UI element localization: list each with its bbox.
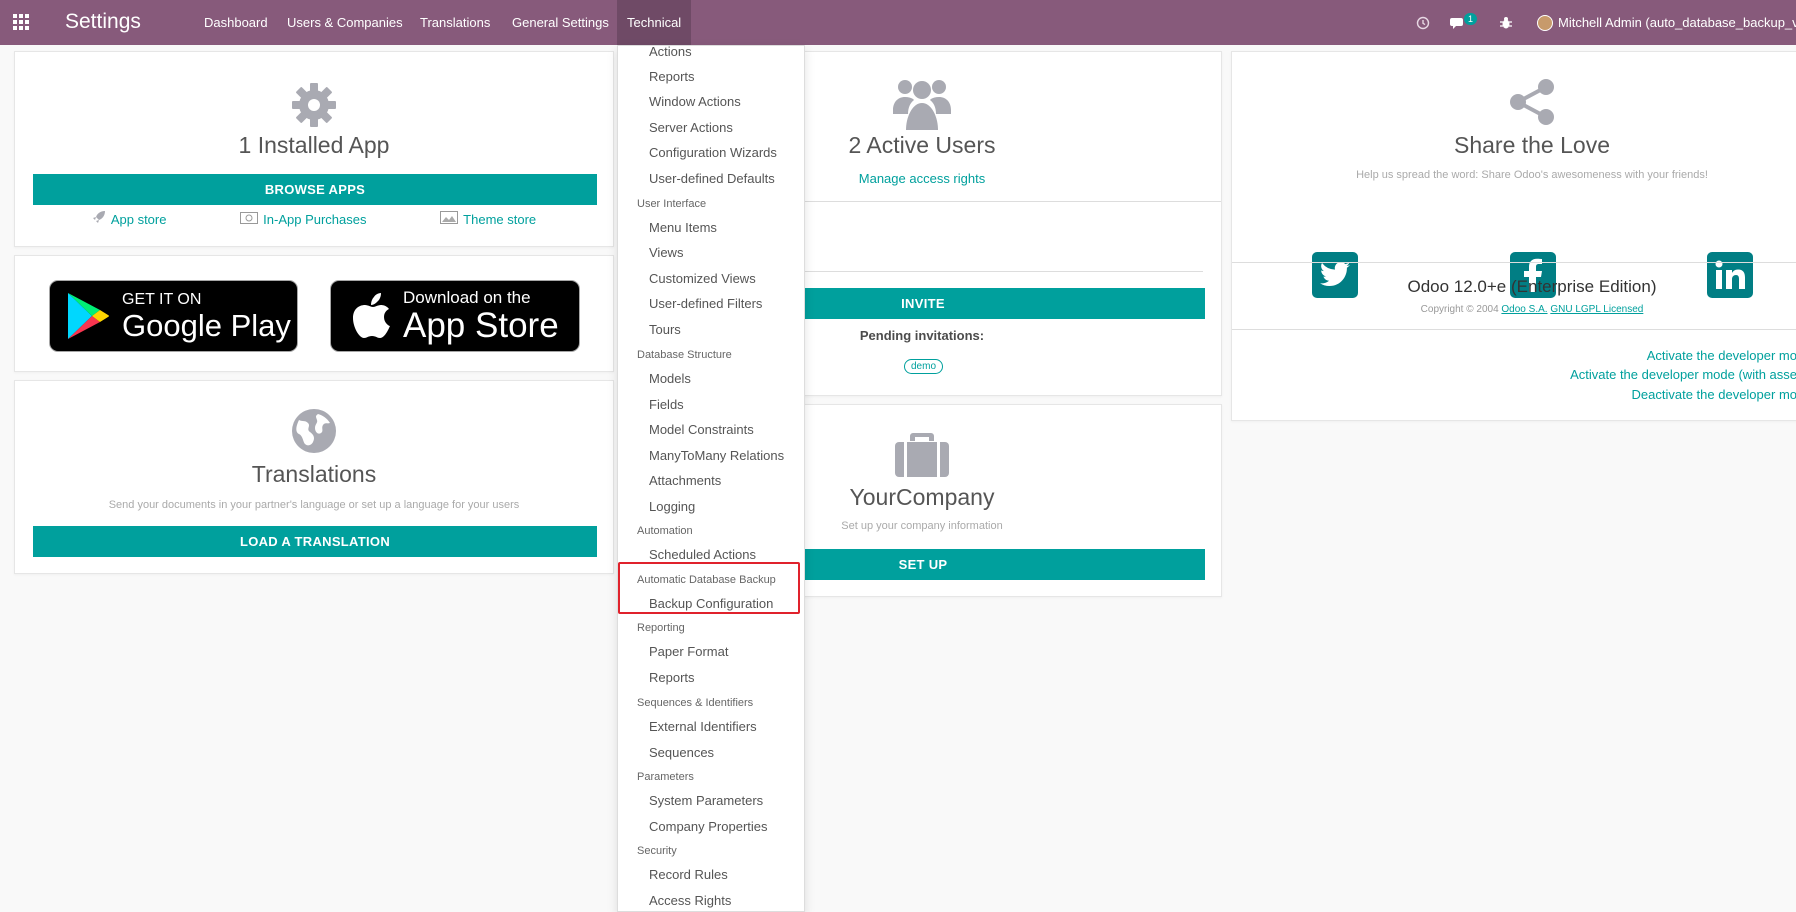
menu-item-tours[interactable]: Tours [649,322,681,337]
share-card: Share the Love Help us spread the word: … [1231,51,1796,421]
menu-item-access-rights[interactable]: Access Rights [649,893,731,908]
share-title: Share the Love [1453,132,1610,158]
menu-item-server-actions[interactable]: Server Actions [649,120,733,135]
menu-item-fields[interactable]: Fields [649,397,684,412]
translations-subtitle: Send your documents in your partner's la… [108,499,520,511]
menu-item-reports[interactable]: Reports [649,670,695,685]
menu-item-paper-format[interactable]: Paper Format [649,644,728,659]
user-menu[interactable]: Mitchell Admin (auto_database_backup_v [1537,0,1796,45]
load-translation-button[interactable]: LOAD A TRANSLATION [33,526,597,557]
divider [1232,262,1796,263]
menu-item-window-actions[interactable]: Window Actions [649,94,741,109]
menu-item-scheduled-actions[interactable]: Scheduled Actions [649,547,756,562]
user-name: Mitchell Admin (auto_database_backup_v [1558,15,1796,30]
gear-icon [15,80,613,130]
globe-icon [15,408,613,454]
menu-users-companies[interactable]: Users & Companies [277,0,413,45]
activate-developer-mode-assets-link[interactable]: Activate the developer mode (with asse [1570,367,1796,382]
odoo-sa-link[interactable]: Odoo S.A. [1501,304,1547,315]
in-app-purchases-link[interactable]: In-App Purchases [240,210,367,229]
menu-section-automatic-database-backup: Automatic Database Backup [637,574,776,586]
app-store-badge[interactable]: Download on the App Store [330,280,580,352]
menu-technical[interactable]: Technical [617,0,692,45]
menu-section-parameters: Parameters [637,771,694,783]
technical-dropdown-menu: Actions Reports Window Actions Server Actio… [617,45,805,912]
top-navbar: Settings Dashboard Users & Companies Tra… [0,0,1796,45]
installed-apps-title: 1 Installed App [238,132,390,158]
clock-icon[interactable] [1416,0,1430,45]
menu-item-models[interactable]: Models [649,371,691,386]
license-link[interactable]: GNU LGPL Licensed [1550,304,1643,315]
google-play-badge[interactable]: GET IT ON Google Play [49,280,298,352]
menu-section-automation: Automation [637,525,693,537]
menu-item-actions[interactable]: Actions [649,46,692,59]
menu-item-reports[interactable]: Reports [649,69,695,84]
menu-item-system-parameters[interactable]: System Parameters [649,793,763,808]
avatar [1537,14,1553,31]
menu-item-attachments[interactable]: Attachments [649,473,721,488]
version-info: Odoo 12.0+e (Enterprise Edition) [1407,277,1657,296]
menu-item-manytomany-relations[interactable]: ManyToMany Relations [649,448,784,463]
menu-item-menu-items[interactable]: Menu Items [649,220,717,235]
theme-store-link[interactable]: Theme store [440,210,536,229]
bug-icon[interactable] [1499,0,1513,45]
menu-dashboard[interactable]: Dashboard [194,0,278,45]
share-subtitle: Help us spread the word: Share Odoo's aw… [1356,169,1708,181]
app-store-big-text: App Store [403,305,559,345]
menu-item-backup-configuration[interactable]: Backup Configuration [649,596,773,611]
apple-icon [351,292,391,340]
app-brand[interactable]: Settings [65,10,141,34]
translations-card: Translations Send your documents in your… [14,380,614,574]
app-store-link[interactable]: App store [92,210,166,229]
menu-section-sequences-identifiers: Sequences & Identifiers [637,697,754,709]
chat-badge: 1 [1464,12,1478,25]
menu-item-configuration-wizards[interactable]: Configuration Wizards [649,145,777,160]
translations-title: Translations [251,461,377,487]
menu-item-record-rules[interactable]: Record Rules [649,867,728,882]
activate-developer-mode-link[interactable]: Activate the developer mo [1647,348,1796,363]
menu-item-company-properties[interactable]: Company Properties [649,819,768,834]
menu-section-security: Security [637,845,677,857]
menu-general-settings[interactable]: General Settings [502,0,619,45]
menu-item-user-defined-filters[interactable]: User-defined Filters [649,296,762,311]
money-icon [240,211,259,229]
menu-item-user-defined-defaults[interactable]: User-defined Defaults [649,171,775,186]
menu-item-external-identifiers[interactable]: External Identifiers [649,719,757,734]
menu-item-logging[interactable]: Logging [649,499,695,514]
share-icon [1232,78,1796,126]
deactivate-developer-mode-link[interactable]: Deactivate the developer mo [1632,387,1796,402]
menu-section-user-interface: User Interface [637,198,707,210]
menu-section-database-structure: Database Structure [637,349,732,361]
app-store-small-text: Download on the [403,287,531,307]
copyright-line: Copyright © 2004 Odoo S.A. GNU LGPL Lice… [1232,304,1796,315]
chat-icon[interactable]: 1 [1450,0,1478,45]
apps-card: 1 Installed App BROWSE APPS App store In… [14,51,614,247]
menu-item-views[interactable]: Views [649,245,683,260]
menu-translations[interactable]: Translations [410,0,500,45]
divider [1232,329,1796,330]
google-play-small-text: GET IT ON [122,290,202,308]
google-play-big-text: Google Play [122,307,291,343]
browse-apps-button[interactable]: BROWSE APPS [33,174,597,205]
menu-item-sequences[interactable]: Sequences [649,745,714,760]
copyright-prefix: Copyright © 2004 [1420,304,1499,315]
apps-grid-icon[interactable] [13,14,31,32]
menu-item-customized-views[interactable]: Customized Views [649,271,756,286]
image-icon [440,210,459,229]
google-play-icon [66,291,110,341]
rocket-icon [92,210,106,229]
pending-invitation-badge[interactable]: demo [904,359,944,374]
store-links: App store In-App Purchases Theme store [15,210,613,229]
menu-section-reporting: Reporting [637,622,685,634]
menu-item-model-constraints[interactable]: Model Constraints [649,422,754,437]
